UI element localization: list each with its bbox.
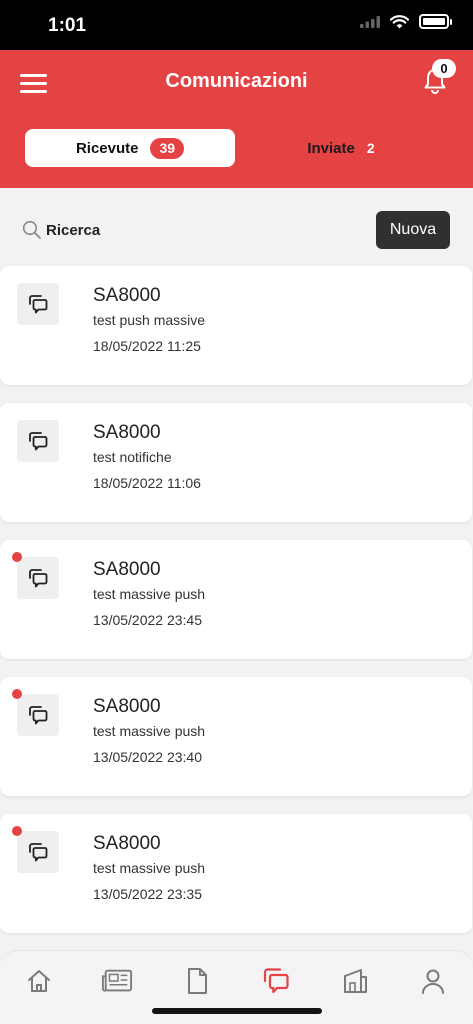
unread-indicator <box>12 689 22 699</box>
message-title: SA8000 <box>93 285 161 306</box>
chat-icon <box>29 569 48 588</box>
message-card[interactable]: SA8000 test massive push 13/05/2022 23:3… <box>0 814 472 933</box>
building-icon <box>344 969 367 993</box>
unread-indicator <box>12 552 22 562</box>
signal-icon <box>360 15 380 28</box>
message-icon-box <box>17 694 59 736</box>
page-title: Comunicazioni <box>165 70 308 92</box>
message-date: 18/05/2022 11:06 <box>93 475 201 491</box>
search-button[interactable]: Ricerca <box>22 220 100 240</box>
nav-documents[interactable] <box>181 965 213 997</box>
nav-communications[interactable] <box>260 965 292 997</box>
nav-news[interactable] <box>101 965 133 997</box>
message-icon-box <box>17 831 59 873</box>
nav-home[interactable] <box>23 965 55 997</box>
tab-sent-count: 2 <box>366 140 375 156</box>
status-bar: 1:01 <box>0 0 473 50</box>
home-indicator <box>152 1008 322 1014</box>
message-card[interactable]: SA8000 test push massive 18/05/2022 11:2… <box>0 266 472 385</box>
document-icon <box>188 968 207 994</box>
tab-sent-label: Inviate <box>307 139 355 157</box>
chat-icon <box>29 432 48 451</box>
message-subtitle: test push massive <box>93 312 206 328</box>
search-icon <box>22 220 41 239</box>
message-date: 13/05/2022 23:40 <box>93 749 202 765</box>
message-subtitle: test massive push <box>93 723 206 739</box>
tab-received-count: 39 <box>150 137 185 159</box>
chat-icon <box>29 843 48 862</box>
tab-bar: Ricevute 39 Inviate 2 <box>25 129 447 167</box>
message-card[interactable]: SA8000 test massive push 13/05/2022 23:4… <box>0 677 472 796</box>
home-icon <box>28 970 50 992</box>
message-date: 18/05/2022 11:25 <box>93 338 201 354</box>
chat-icon <box>263 968 289 994</box>
message-icon-box <box>17 283 59 325</box>
notifications-button[interactable]: 0 <box>424 59 456 94</box>
toolbar: Ricerca Nuova <box>0 188 473 266</box>
message-title: SA8000 <box>93 696 161 717</box>
newspaper-icon <box>101 969 133 992</box>
unread-indicator <box>12 826 22 836</box>
message-icon-box <box>17 420 59 462</box>
tab-sent[interactable]: Inviate 2 <box>235 129 447 167</box>
tab-received-label: Ricevute <box>75 139 139 157</box>
nav-profile[interactable] <box>417 965 449 997</box>
message-date: 13/05/2022 23:45 <box>93 612 202 628</box>
message-subtitle: test massive push <box>93 860 206 876</box>
message-title: SA8000 <box>93 422 161 443</box>
app-header: Comunicazioni 0 Ricevute 39 Inviate 2 <box>0 50 473 188</box>
message-card[interactable]: SA8000 test massive push 13/05/2022 23:4… <box>0 540 472 659</box>
nav-structure[interactable] <box>339 965 371 997</box>
message-title: SA8000 <box>93 833 161 854</box>
search-label: Ricerca <box>46 221 101 239</box>
user-icon <box>422 969 444 994</box>
message-icon-box <box>17 557 59 599</box>
status-icons <box>360 14 452 29</box>
message-subtitle: test massive push <box>93 586 206 602</box>
new-message-button[interactable]: Nuova <box>376 211 450 249</box>
message-title: SA8000 <box>93 559 161 580</box>
notification-count-badge: 0 <box>432 59 456 78</box>
message-subtitle: test notifiche <box>93 449 172 465</box>
chat-icon <box>29 706 48 725</box>
tab-received[interactable]: Ricevute 39 <box>25 129 235 167</box>
status-time: 1:01 <box>48 15 87 36</box>
message-date: 13/05/2022 23:35 <box>93 886 202 902</box>
battery-icon <box>419 14 452 29</box>
message-card[interactable]: SA8000 test notifiche 18/05/2022 11:06 <box>0 403 472 522</box>
wifi-icon <box>390 14 409 28</box>
chat-icon <box>29 295 48 314</box>
